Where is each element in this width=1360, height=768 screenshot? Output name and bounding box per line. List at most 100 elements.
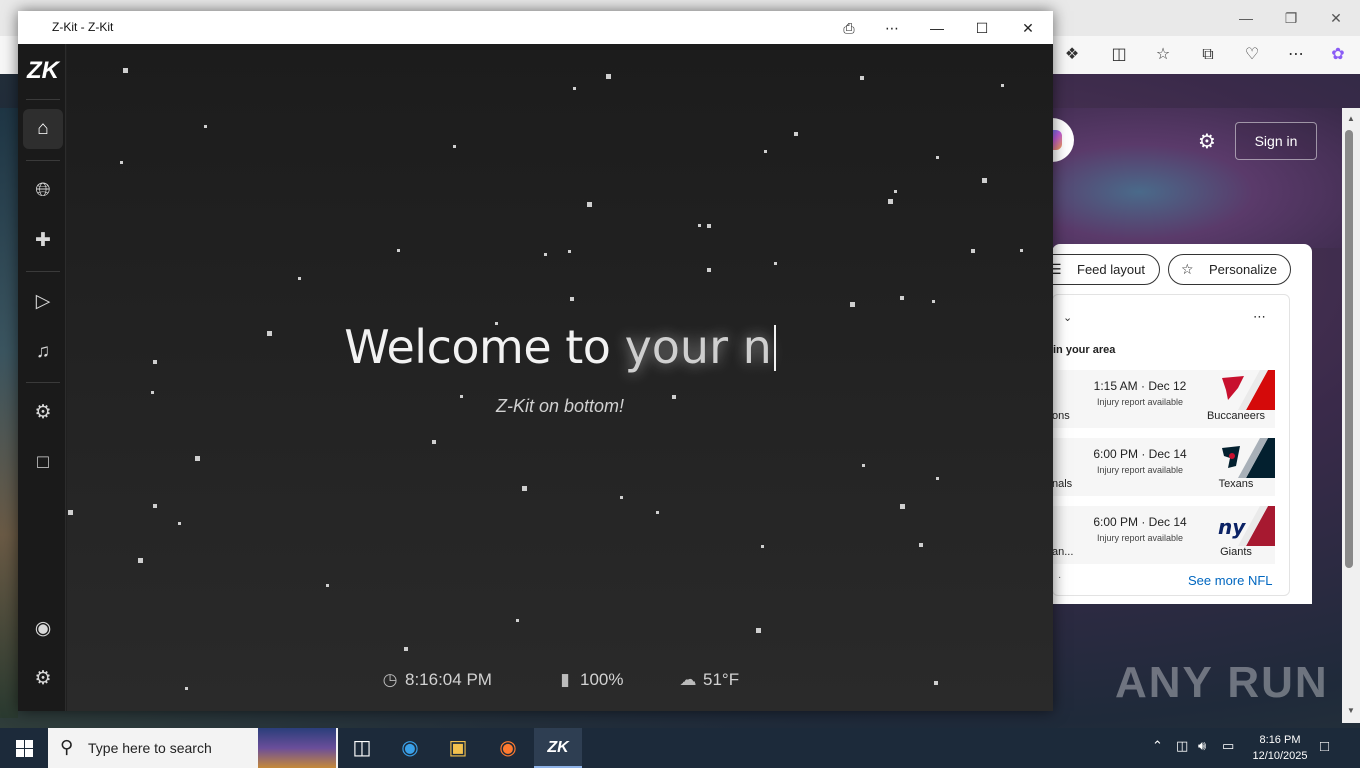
star-particle: [936, 477, 939, 480]
home-team-name: Giants: [1220, 546, 1252, 558]
notifications-icon[interactable]: □: [1320, 738, 1329, 755]
zkit-logo[interactable]: ZK: [24, 52, 62, 90]
sidebar-item-discord[interactable]: ◉: [23, 609, 63, 649]
game-row[interactable]: nals 6:00 PM · Dec 14 Injury report avai…: [1052, 438, 1275, 496]
star-particle: [862, 464, 865, 467]
star-particle: [522, 486, 527, 491]
clock-time: 8:16 PM: [1259, 734, 1301, 746]
input-indicator-icon[interactable]: ▭: [1222, 738, 1234, 754]
sidebar-divider: [26, 99, 60, 100]
sidebar-item-browser[interactable]: 🌐︎: [23, 171, 63, 211]
start-button[interactable]: [0, 728, 48, 768]
star-particle: [894, 190, 897, 193]
taskbar-clock[interactable]: 8:16 PM 12/10/2025: [1250, 732, 1310, 764]
collections-icon[interactable]: ⧉: [1197, 44, 1219, 66]
task-view-icon[interactable]: ◫: [338, 728, 386, 768]
sidebar-item-videos[interactable]: ▷: [23, 282, 63, 322]
star-particle: [570, 297, 574, 301]
browser-close-button[interactable]: ✕: [1326, 8, 1346, 28]
star-particle: [698, 224, 701, 227]
robot-icon: ⚙: [34, 402, 52, 423]
edge-icon[interactable]: ◉: [386, 728, 434, 768]
sidebar-item-games[interactable]: ✚: [23, 221, 63, 261]
star-particle: [900, 296, 904, 300]
card-more-icon[interactable]: ⋯: [1253, 309, 1267, 325]
maximize-button[interactable]: ☐: [971, 17, 993, 39]
star-particle: [178, 522, 181, 525]
star-particle: [971, 249, 975, 253]
star-particle: [138, 558, 143, 563]
battery-value: 100%: [580, 670, 624, 689]
star-particle: [1020, 249, 1023, 252]
scroll-up-icon[interactable]: ▲: [1345, 114, 1357, 124]
more-menu-icon[interactable]: ⋯: [881, 17, 903, 39]
network-icon[interactable]: ◫: [1176, 738, 1188, 754]
star-sparkle-icon: ☆: [1181, 261, 1194, 277]
sidebar-item-home[interactable]: ⌂: [23, 109, 63, 149]
see-more-nfl-link[interactable]: See more NFL: [1188, 573, 1273, 588]
favorites-icon[interactable]: ☆: [1152, 44, 1174, 66]
feed-layout-label: Feed layout: [1077, 262, 1145, 277]
battery-icon: ▮: [560, 670, 570, 689]
background-image-strip: [0, 108, 18, 718]
firefox-icon[interactable]: ◉: [484, 728, 532, 768]
sidebar-item-music[interactable]: ♫: [23, 332, 63, 372]
sidebar-item-settings[interactable]: ⚙: [23, 659, 63, 699]
star-particle: [656, 511, 659, 514]
star-particle: [934, 681, 938, 685]
welcome-text: Welcome to: [344, 320, 625, 374]
star-particle: [404, 647, 408, 651]
minimize-button[interactable]: —: [926, 17, 948, 39]
star-particle: [453, 145, 456, 148]
sidebar-divider: [26, 382, 60, 383]
cast-icon[interactable]: ⎙: [838, 17, 860, 39]
nfl-subtitle: in your area: [1053, 344, 1116, 356]
file-explorer-icon[interactable]: ▣: [434, 728, 482, 768]
split-screen-icon[interactable]: ◫: [1108, 44, 1130, 66]
zkit-titlebar: Z-Kit - Z-Kit ⎙ ⋯ — ☐ ✕: [18, 11, 1053, 44]
personalize-button[interactable]: ☆ Personalize: [1168, 254, 1291, 285]
zkit-home-page: Welcome to your n Z-Kit on bottom! ◷ 8:16…: [67, 44, 1053, 711]
svg-text:ny: ny: [1218, 515, 1246, 539]
away-team-name: an...: [1052, 546, 1074, 558]
close-button[interactable]: ✕: [1017, 17, 1039, 39]
browser-essentials-icon[interactable]: ♡: [1241, 44, 1263, 66]
star-particle: [573, 87, 576, 90]
extensions-icon[interactable]: ❖: [1061, 44, 1083, 66]
star-particle: [195, 456, 200, 461]
browser-restore-button[interactable]: ❐: [1281, 8, 1301, 28]
star-particle: [900, 504, 905, 509]
home-team-name: Texans: [1218, 478, 1254, 490]
star-particle: [326, 584, 329, 587]
game-row[interactable]: an... 6:00 PM · Dec 14 Injury report ava…: [1052, 506, 1275, 564]
search-highlight-image[interactable]: [258, 728, 336, 768]
sidebar-item-ai[interactable]: ⚙: [23, 393, 63, 433]
browser-minimize-button[interactable]: —: [1236, 8, 1256, 28]
clock-date: 12/10/2025: [1252, 750, 1308, 762]
star-particle: [516, 619, 519, 622]
star-particle: [707, 268, 711, 272]
more-options-icon[interactable]: ⋯: [1285, 44, 1307, 66]
show-hidden-icons-icon[interactable]: ⌃: [1152, 738, 1163, 754]
video-play-icon: ▷: [35, 291, 51, 312]
music-note-icon: ♫: [35, 341, 51, 362]
star-particle: [568, 250, 571, 253]
sidebar-item-chat[interactable]: □: [23, 443, 63, 483]
star-particle: [761, 545, 764, 548]
game-time: 6:00 PM · Dec 14: [1093, 515, 1187, 529]
feed-layout-button[interactable]: ☰ Feed layout: [1036, 254, 1160, 285]
scrollbar-thumb[interactable]: [1345, 130, 1353, 568]
star-particle: [919, 543, 923, 547]
page-settings-icon[interactable]: ⚙: [1196, 131, 1218, 153]
star-particle: [120, 161, 123, 164]
sign-in-button[interactable]: Sign in: [1235, 122, 1317, 160]
star-particle: [850, 302, 855, 307]
search-placeholder: Type here to search: [88, 740, 212, 756]
volume-icon[interactable]: 🔊︎: [1198, 738, 1206, 754]
scroll-down-icon[interactable]: ▼: [1345, 706, 1357, 716]
copilot-icon[interactable]: ✿: [1327, 44, 1349, 66]
chevron-down-icon[interactable]: ⌄: [1063, 311, 1072, 324]
taskbar-search-box[interactable]: ⚲ Type here to search: [48, 728, 338, 768]
zkit-taskbar-icon[interactable]: ZK: [534, 728, 582, 768]
game-row[interactable]: ons 1:15 AM · Dec 12 Injury report avail…: [1052, 370, 1275, 428]
